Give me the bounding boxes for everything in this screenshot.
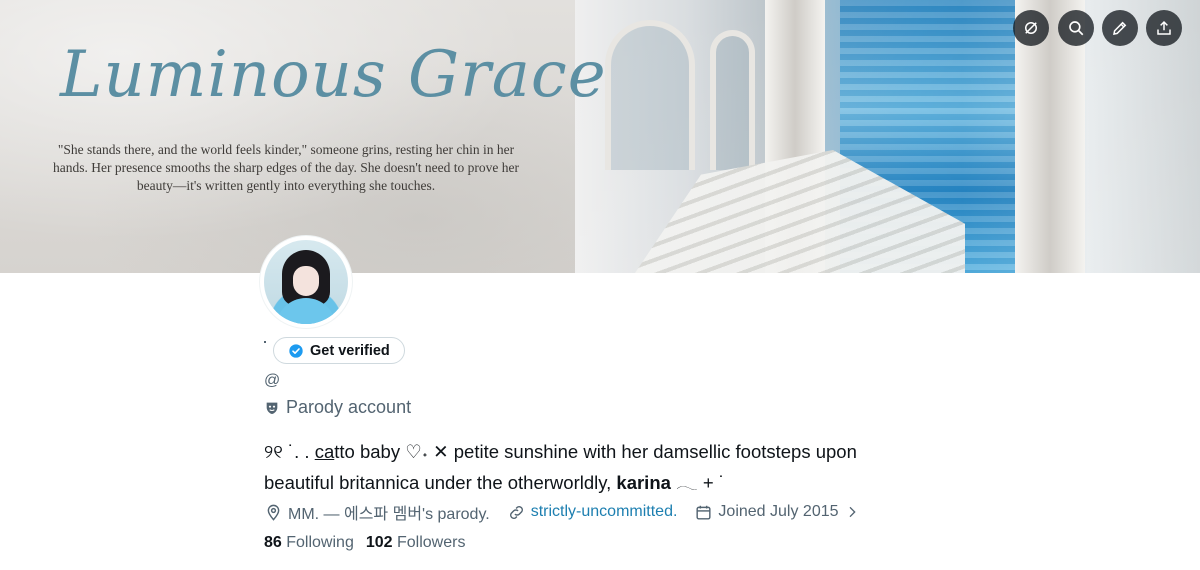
edit-icon	[1113, 21, 1127, 35]
followers-link[interactable]: 102 Followers	[366, 534, 466, 552]
bio-bold-name: karina	[616, 472, 671, 493]
join-date[interactable]: Joined July 2015	[694, 503, 859, 522]
edit-button[interactable]	[1102, 10, 1138, 46]
avatar-shirt	[276, 298, 336, 324]
get-verified-label: Get verified	[310, 342, 390, 359]
share-button[interactable]	[1146, 10, 1182, 46]
banner-title: Luminous Grace	[60, 38, 607, 112]
parody-text: Parody account	[286, 397, 412, 417]
bio-line-2: beautiful britannica under the otherworl…	[264, 467, 924, 498]
followers-label: Followers	[397, 534, 466, 551]
profile-banner[interactable]: Luminous Grace "She stands there, and th…	[0, 0, 1200, 273]
grok-icon	[1025, 22, 1037, 34]
following-link[interactable]: 86 Following	[264, 534, 354, 552]
user-handle: @	[264, 372, 281, 389]
avatar-face	[293, 266, 319, 296]
profile-bio: ୨୧ ˙. . catto baby ♡˖ ✕ petite sunshine …	[264, 436, 924, 498]
website[interactable]: strictly-uncommitted.	[507, 503, 678, 522]
search-icon	[1069, 21, 1084, 36]
get-verified-button[interactable]: Get verified	[273, 337, 405, 364]
follow-stats: 86 Following 102 Followers	[264, 534, 465, 552]
share-icon	[1157, 20, 1171, 35]
bio-suffix: 𓂃 + ˙	[670, 472, 725, 493]
bio-line-1: ୨୧ ˙. . catto baby ♡˖ ✕ petite sunshine …	[264, 436, 924, 467]
banner-palace-image	[575, 0, 1200, 273]
joined-text: Joined July 2015	[718, 503, 839, 520]
profile-meta: MM. — 에스파 멤버's parody. strictly-uncommit…	[264, 500, 877, 524]
palace-pillar	[765, 0, 825, 273]
palace-arch	[710, 30, 755, 170]
bio-line-2-text: beautiful britannica under the otherworl…	[264, 472, 617, 493]
link-icon	[509, 505, 523, 519]
palace-arch	[605, 20, 695, 170]
parody-account-label: Parody account	[264, 397, 411, 418]
bio-prefix: ୨୧ ˙. .	[264, 441, 315, 462]
bio-underlined: ca	[314, 441, 335, 462]
avatar[interactable]	[264, 240, 348, 324]
location-text: MM. — 에스파 멤버's parody.	[288, 506, 490, 523]
location-pin-icon	[267, 504, 280, 521]
parody-mask-icon	[266, 402, 278, 414]
display-name-placeholder	[264, 341, 266, 343]
profile-avatar-frame[interactable]	[260, 236, 352, 328]
bio-line-1-text: tto baby ♡˖ ✕ petite sunshine with her d…	[334, 441, 857, 462]
website-link[interactable]: strictly-uncommitted.	[531, 503, 678, 521]
followers-count: 102	[365, 534, 393, 551]
following-count: 86	[264, 534, 282, 551]
chevron-right-icon	[849, 506, 856, 518]
banner-quote: "She stands there, and the world feels k…	[52, 142, 520, 193]
location: MM. — 에스파 멤버's parody.	[264, 500, 490, 524]
calendar-icon	[696, 505, 711, 520]
verified-badge-icon	[289, 343, 303, 358]
search-button[interactable]	[1058, 10, 1094, 46]
following-label: Following	[286, 534, 354, 551]
grok-button[interactable]	[1013, 10, 1049, 46]
